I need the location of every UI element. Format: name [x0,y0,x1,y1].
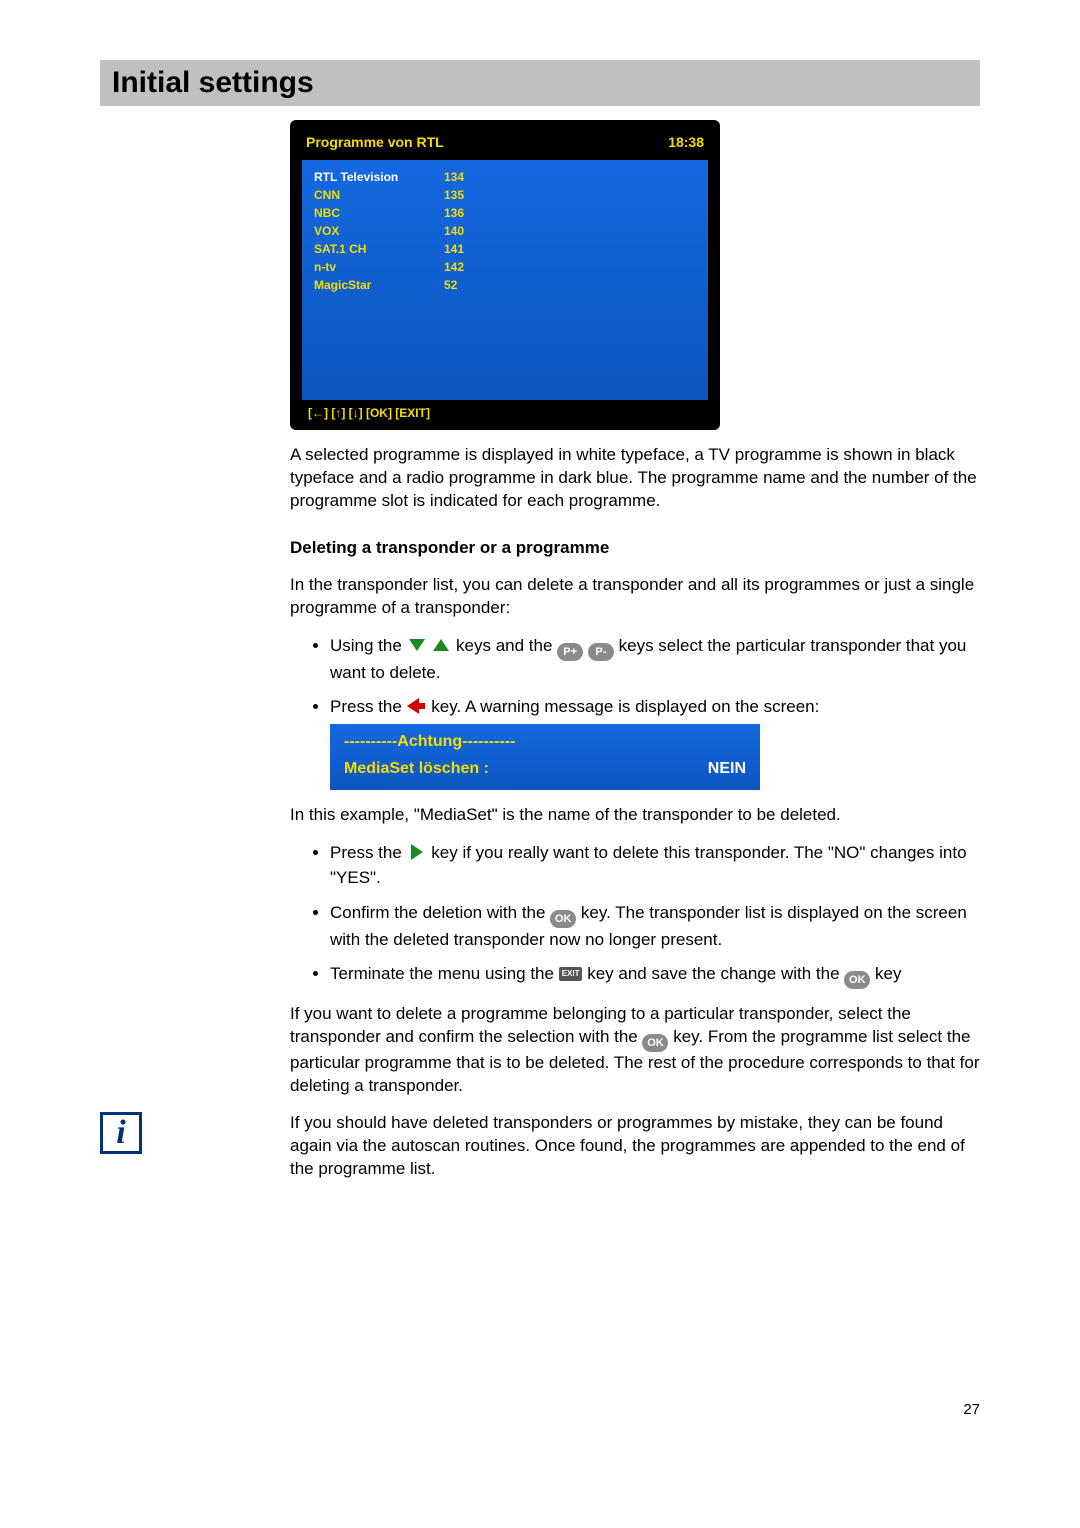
table-row: n-tv142 [314,258,696,276]
title-bar: Initial settings [100,60,980,106]
programme-number: 134 [444,170,464,184]
info-icon: i [100,1112,142,1154]
paragraph: In the transponder list, you can delete … [290,574,980,620]
table-row: RTL Television134 [314,168,696,186]
table-row: VOX140 [314,222,696,240]
table-row: SAT.1 CH141 [314,240,696,258]
list-item: Press the key. A warning message is disp… [330,695,980,790]
programme-name: n-tv [314,260,444,274]
programme-name: NBC [314,206,444,220]
p-minus-key-icon: P- [588,643,614,661]
red-left-arrow-icon [407,698,427,714]
table-row: CNN135 [314,186,696,204]
arrow-down-icon [407,636,427,654]
tv-programme-list-screenshot: Programme von RTL 18:38 RTL Television13… [290,120,720,430]
paragraph: If you want to delete a programme belong… [290,1003,980,1098]
paragraph: A selected programme is displayed in whi… [290,444,980,513]
programme-number: 142 [444,260,464,274]
programme-name: RTL Television [314,170,444,184]
list-item: Terminate the menu using the EXIT key an… [330,962,980,989]
exit-key-icon: EXIT [559,967,583,981]
programme-name: MagicStar [314,278,444,292]
programme-name: VOX [314,224,444,238]
tv-footer-keys: [←] [↑] [↓] [OK] [EXIT] [302,400,708,422]
list-item: Using the keys and the P+ P- keys select… [330,634,980,686]
table-row: MagicStar52 [314,276,696,294]
paragraph: In this example, "MediaSet" is the name … [290,804,980,827]
page-title: Initial settings [112,66,968,100]
warning-dialog-screenshot: ----------Achtung---------- MediaSet lös… [330,724,760,790]
programme-name: CNN [314,188,444,202]
ok-key-icon: OK [550,910,576,928]
section-heading: Deleting a transponder or a programme [290,537,980,560]
warning-title: ----------Achtung---------- [344,730,746,753]
info-paragraph: If you should have deleted transponders … [290,1112,980,1181]
tv-clock: 18:38 [668,134,704,150]
programme-number: 141 [444,242,464,256]
programme-number: 52 [444,278,457,292]
warning-value: NEIN [708,757,746,780]
programme-number: 140 [444,224,464,238]
list-item: Press the key if you really want to dele… [330,841,980,890]
p-plus-key-icon: P+ [557,643,583,661]
arrow-right-icon [407,843,427,861]
page-number: 27 [100,1401,980,1418]
warning-label: MediaSet löschen : [344,757,489,780]
list-item: Confirm the deletion with the OK key. Th… [330,901,980,953]
table-row: NBC136 [314,204,696,222]
ok-key-icon: OK [642,1034,668,1052]
tv-list-title: Programme von RTL [306,134,444,150]
programme-number: 135 [444,188,464,202]
ok-key-icon: OK [844,971,870,989]
arrow-up-icon [431,636,451,654]
programme-number: 136 [444,206,464,220]
programme-name: SAT.1 CH [314,242,444,256]
